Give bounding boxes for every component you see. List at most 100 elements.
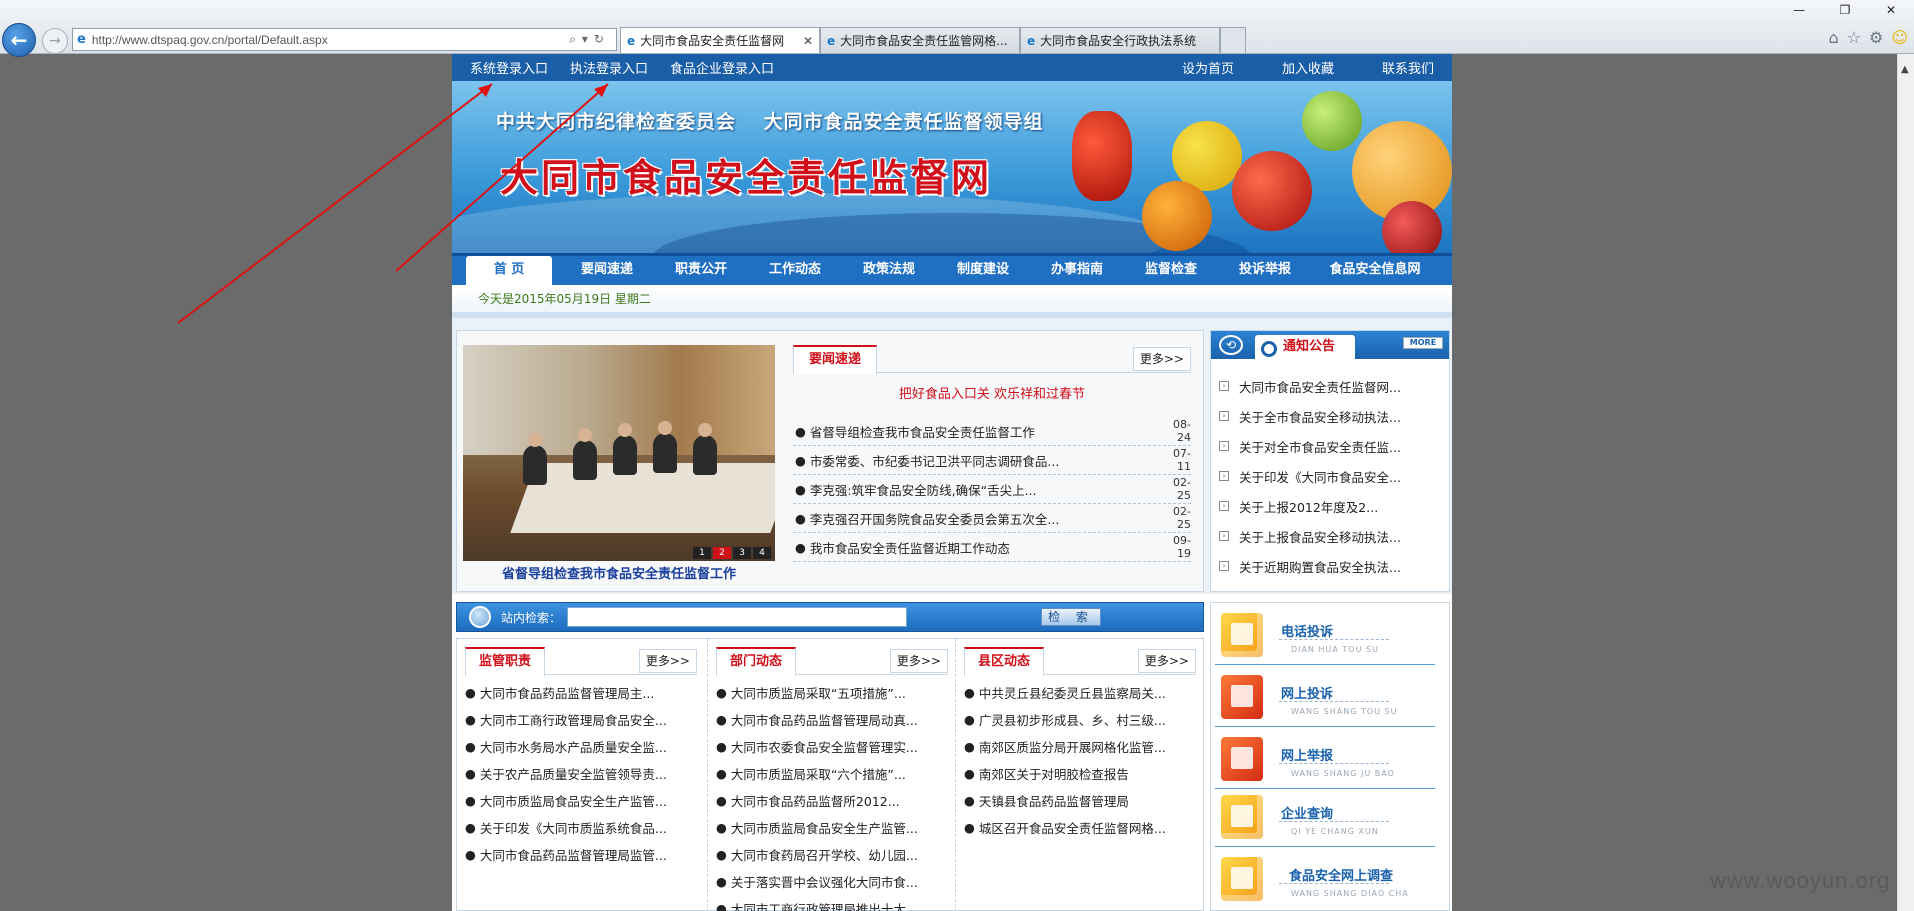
address-bar[interactable]: e http://www.dtspaq.gov.cn/portal/Defaul…: [72, 28, 617, 51]
tab-counties[interactable]: 县区动态: [964, 647, 1044, 676]
service-enterprise-query[interactable]: 企业查询 QI YE CHANG XUN: [1215, 789, 1435, 847]
news-more-button[interactable]: 更多>>: [1132, 347, 1191, 371]
computer-icon: [1221, 795, 1263, 839]
enterprise-login-link[interactable]: 食品企业登录入口: [670, 58, 774, 77]
nav-regulations[interactable]: 制度建设: [936, 256, 1030, 285]
nav-duties[interactable]: 职责公开: [654, 256, 748, 285]
list-item[interactable]: ● 市委常委、市纪委书记卫洪平同志调研食品... 07-11: [793, 446, 1191, 475]
bullet-icon: ›: [1219, 471, 1229, 481]
smiley-icon[interactable]: ☺: [1891, 28, 1908, 47]
list-item[interactable]: › 关于对全市食品安全责任监...: [1219, 431, 1449, 461]
pager-4[interactable]: 4: [753, 547, 771, 559]
more-button[interactable]: 更多>>: [889, 649, 948, 673]
list-item[interactable]: ● 天镇县食品药品监督管理局: [964, 787, 1196, 814]
service-online-complaint[interactable]: 网上投诉 WANG SHANG TOU SU: [1215, 669, 1435, 727]
list-item[interactable]: ● 南郊区质监分局开展网格化监管...: [964, 733, 1196, 760]
list-item[interactable]: ● 城区召开食品安全责任监督网格...: [964, 814, 1196, 841]
favorites-icon[interactable]: ☆: [1847, 28, 1861, 47]
list-item[interactable]: ● 我市食品安全责任监督近期工作动态 09-19: [793, 533, 1191, 562]
set-homepage-link[interactable]: 设为首页: [1182, 58, 1234, 77]
list-item[interactable]: ● 大同市质监局采取“五项措施”...: [716, 679, 948, 706]
list-item[interactable]: ● 南郊区关于对明胶检查报告: [964, 760, 1196, 787]
list-item[interactable]: ● 大同市质监局食品安全生产监管...: [465, 787, 697, 814]
tab-duties[interactable]: 监管职责: [465, 647, 545, 676]
list-item[interactable]: › 关于上报食品安全移动执法...: [1219, 521, 1449, 551]
list-item[interactable]: ● 大同市工商行政管理局食品安全...: [465, 706, 697, 733]
photo-caption[interactable]: 省督导组检查我市食品安全责任监督工作: [463, 563, 775, 582]
pager-1[interactable]: 1: [693, 547, 711, 559]
list-item[interactable]: ● 大同市食品药品监督管理局监管...: [465, 841, 697, 868]
enforcement-login-link[interactable]: 执法登录入口: [570, 58, 648, 77]
service-online-survey[interactable]: 食品安全网上调查 WANG SHANG DIAO CHA: [1215, 851, 1435, 909]
list-item[interactable]: ● 大同市质监局采取“六个措施”...: [716, 760, 948, 787]
contact-us-link[interactable]: 联系我们: [1382, 58, 1434, 77]
forward-button[interactable]: →: [42, 28, 68, 54]
address-url[interactable]: http://www.dtspaq.gov.cn/portal/Default.…: [92, 33, 569, 47]
news-tab-header: 要闻速递 更多>>: [793, 345, 1191, 374]
list-item[interactable]: ● 大同市食品药品监督管理局主...: [465, 679, 697, 706]
list-item[interactable]: › 关于全市食品安全移动执法...: [1219, 401, 1449, 431]
list-item[interactable]: ● 大同市食药局召开学校、幼儿园...: [716, 841, 948, 868]
more-button[interactable]: 更多>>: [1137, 649, 1196, 673]
search-button[interactable]: 检 索: [1041, 608, 1102, 626]
list-item[interactable]: ● 广灵县初步形成县、乡、村三级...: [964, 706, 1196, 733]
more-button[interactable]: 更多>>: [638, 649, 697, 673]
list-item[interactable]: › 关于近期购置食品安全执法...: [1219, 551, 1449, 581]
pager-2[interactable]: 2: [713, 547, 731, 559]
browser-tab-2[interactable]: e 大同市食品安全责任监管网格...: [820, 27, 1020, 53]
list-item[interactable]: › 关于印发《大同市食品安全...: [1219, 461, 1449, 491]
nav-inspection[interactable]: 监督检查: [1124, 256, 1218, 285]
list-item[interactable]: ● 关于印发《大同市质监系统食品...: [465, 814, 697, 841]
address-buttons[interactable]: ⌕▾↻: [569, 32, 616, 47]
restore-icon[interactable]: ❐: [1822, 0, 1868, 20]
news-headline[interactable]: 把好食品入口关 欢乐祥和过春节: [793, 383, 1191, 402]
list-item[interactable]: ● 关于农产品质量安全监管领导责...: [465, 760, 697, 787]
column-counties: 县区动态 更多>> ● 中共灵丘县纪委灵丘县监察局关... ● 广灵县初步形成县、乡…: [955, 639, 1203, 911]
news-photo[interactable]: 1 2 3 4: [463, 345, 775, 561]
forward-arrow-icon: →: [49, 33, 61, 49]
list-item[interactable]: ● 李克强:筑牢食品安全防线,确保“舌尖上... 02-25: [793, 475, 1191, 504]
list-item[interactable]: ● 大同市工商行政管理局推出十大...: [716, 895, 948, 911]
vertical-scrollbar[interactable]: ▲: [1897, 54, 1914, 911]
home-icon[interactable]: ⌂: [1828, 28, 1838, 47]
close-icon[interactable]: ✕: [795, 34, 813, 48]
add-favorite-link[interactable]: 加入收藏: [1282, 58, 1334, 77]
nav-home[interactable]: 首 页: [466, 256, 552, 285]
list-item[interactable]: ● 大同市食品药品监督管理局动真...: [716, 706, 948, 733]
list-item[interactable]: ● 大同市农委食品安全监督管理实...: [716, 733, 948, 760]
back-button[interactable]: ←: [2, 23, 36, 57]
list-item[interactable]: › 关于上报2012年度及2...: [1219, 491, 1449, 521]
close-window-icon[interactable]: ✕: [1868, 0, 1914, 20]
nav-complaints[interactable]: 投诉举报: [1218, 256, 1312, 285]
bullet-icon: ›: [1219, 411, 1229, 421]
nav-guide[interactable]: 办事指南: [1030, 256, 1124, 285]
list-item[interactable]: ● 关于落实晋中会议强化大同市食...: [716, 868, 948, 895]
nav-work-updates[interactable]: 工作动态: [748, 256, 842, 285]
notice-more-button[interactable]: MORE: [1403, 337, 1443, 349]
browser-tab-3[interactable]: e 大同市食品安全行政执法系统: [1020, 27, 1220, 53]
tab-news[interactable]: 要闻速递: [793, 345, 877, 374]
minimize-icon[interactable]: —: [1776, 0, 1822, 20]
list-item[interactable]: › 大同市食品安全责任监督网...: [1219, 371, 1449, 401]
service-phone-complaint[interactable]: 电话投诉 DIAN HUA TOU SU: [1215, 607, 1435, 665]
system-login-link[interactable]: 系统登录入口: [470, 58, 548, 77]
search-input[interactable]: [567, 607, 908, 627]
nav-news[interactable]: 要闻速递: [560, 256, 654, 285]
scroll-up-icon[interactable]: ▲: [1901, 64, 1909, 75]
settings-gear-icon[interactable]: ⚙: [1869, 28, 1883, 47]
list-item[interactable]: ● 大同市食品药品监督所2012...: [716, 787, 948, 814]
browser-tab-1[interactable]: e 大同市食品安全责任监督网 ✕: [620, 27, 820, 53]
new-tab-button[interactable]: [1220, 27, 1246, 53]
service-online-report[interactable]: 网上举报 WANG SHANG JU BAO: [1215, 731, 1435, 789]
list-item[interactable]: ● 大同市质监局食品安全生产监管...: [716, 814, 948, 841]
list-item[interactable]: ● 大同市水务局水产品质量安全监...: [465, 733, 697, 760]
list-item[interactable]: ● 省督导组检查我市食品安全责任监督工作 08-24: [793, 417, 1191, 446]
ie-icon: e: [77, 32, 86, 47]
nav-food-info[interactable]: 食品安全信息网: [1312, 256, 1438, 285]
list-item[interactable]: ● 中共灵丘县纪委灵丘县监察局关...: [964, 679, 1196, 706]
list-item[interactable]: ● 李克强召开国务院食品安全委员会第五次全... 02-25: [793, 504, 1191, 533]
tab-departments[interactable]: 部门动态: [716, 647, 796, 676]
nav-policies[interactable]: 政策法规: [842, 256, 936, 285]
pager-3[interactable]: 3: [733, 547, 751, 559]
top-link-bar: 系统登录入口 执法登录入口 食品企业登录入口 设为首页 加入收藏 联系我们: [452, 54, 1452, 81]
